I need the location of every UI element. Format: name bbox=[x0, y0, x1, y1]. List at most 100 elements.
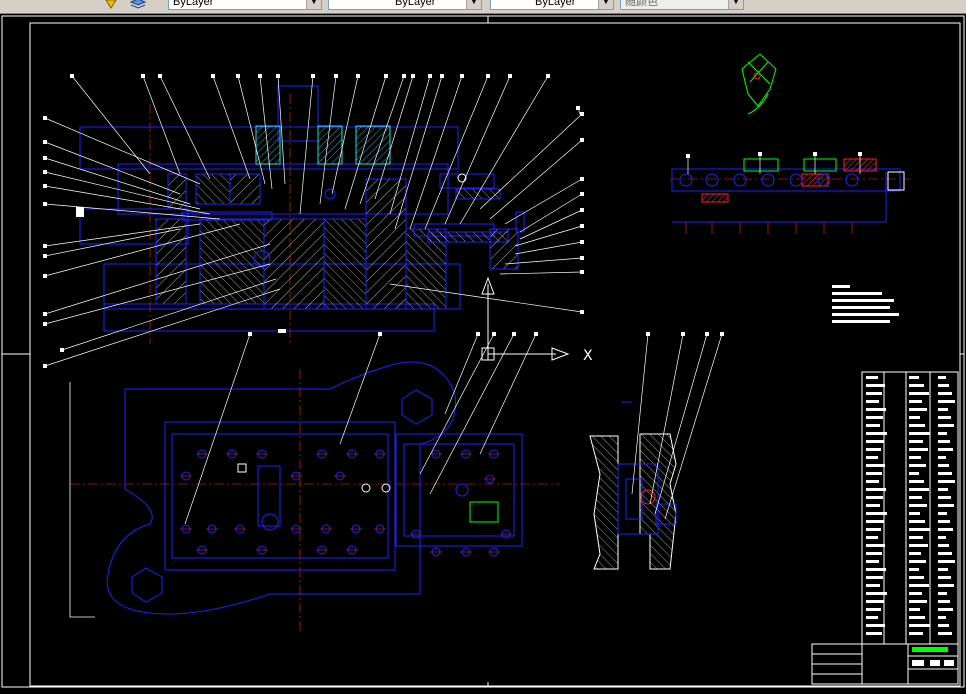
leader-balloon bbox=[378, 332, 382, 336]
plotstyle-combo[interactable]: 随颜色 ▼ bbox=[620, 0, 744, 10]
leader-line bbox=[71, 75, 151, 175]
chevron-down-icon[interactable]: ▼ bbox=[728, 0, 743, 9]
chevron-down-icon[interactable]: ▼ bbox=[598, 0, 613, 9]
leader-balloon bbox=[440, 74, 444, 78]
parts-row-no bbox=[866, 488, 886, 491]
parts-row-no bbox=[866, 448, 881, 451]
leader-balloon bbox=[258, 74, 262, 78]
parts-row-no bbox=[866, 552, 882, 555]
parts-row-no bbox=[866, 512, 887, 515]
parts-row-qty bbox=[938, 616, 946, 619]
leader-balloon bbox=[580, 310, 584, 314]
parts-list-table bbox=[861, 371, 959, 645]
parts-row-no bbox=[866, 568, 886, 571]
parts-row-name bbox=[909, 504, 927, 507]
leader-balloon bbox=[580, 224, 584, 228]
plan-view bbox=[69, 361, 560, 634]
chevron-down-icon[interactable]: ▼ bbox=[306, 0, 321, 9]
parts-row-name bbox=[909, 608, 920, 611]
leader-line bbox=[424, 75, 489, 230]
leader-balloon bbox=[43, 202, 47, 206]
leader-balloon bbox=[686, 154, 690, 158]
leader-line bbox=[479, 113, 583, 210]
parts-row-no bbox=[866, 632, 882, 635]
leader-line bbox=[459, 75, 549, 225]
parts-row-qty bbox=[938, 536, 946, 539]
parts-row-no bbox=[866, 392, 882, 395]
parts-row-name bbox=[909, 408, 927, 411]
leader-balloon bbox=[646, 332, 650, 336]
leader-line bbox=[299, 75, 314, 215]
parts-row-name bbox=[909, 432, 930, 435]
leader-balloon bbox=[356, 74, 360, 78]
leader-balloon bbox=[158, 74, 162, 78]
parts-row-qty bbox=[938, 600, 950, 603]
parts-row-no bbox=[866, 456, 878, 459]
leader-balloon bbox=[460, 74, 464, 78]
leader-balloon bbox=[43, 170, 47, 174]
title-block bbox=[811, 643, 959, 685]
drawing-canvas[interactable]: X bbox=[0, 14, 966, 689]
strip-pin bbox=[733, 173, 747, 187]
linkage-strip-pins bbox=[679, 173, 859, 234]
leader-line bbox=[394, 75, 443, 230]
parts-row-qty bbox=[938, 592, 947, 595]
leader-balloon bbox=[43, 116, 47, 120]
parts-row-qty bbox=[938, 632, 952, 635]
plotstyle-combo-value: 随颜色 bbox=[625, 0, 658, 8]
leader-line bbox=[664, 333, 723, 520]
lineweight-combo-value: ByLayer bbox=[535, 0, 576, 8]
parts-row-qty bbox=[938, 568, 948, 571]
parts-row-no bbox=[866, 408, 886, 411]
leader-balloon bbox=[546, 74, 550, 78]
layer-state-icon[interactable] bbox=[104, 0, 118, 9]
parts-row-name bbox=[909, 520, 925, 523]
leader-balloon bbox=[311, 74, 315, 78]
parts-row-no bbox=[866, 608, 881, 611]
leader-line bbox=[514, 241, 583, 255]
lineweight-combo[interactable]: ByLayer ▼ bbox=[490, 0, 614, 10]
cad-drawing[interactable]: X bbox=[0, 14, 966, 689]
chevron-down-icon[interactable]: ▼ bbox=[466, 0, 481, 9]
parts-row-no bbox=[866, 480, 879, 483]
parts-row-qty bbox=[938, 608, 953, 611]
leader-balloon bbox=[534, 332, 538, 336]
parts-row-no bbox=[866, 376, 878, 379]
parts-row-name bbox=[909, 552, 921, 555]
parts-row-name bbox=[909, 464, 926, 467]
parts-row-name bbox=[909, 576, 924, 579]
parts-row-qty bbox=[938, 512, 947, 515]
leader-balloon bbox=[141, 74, 145, 78]
parts-row-qty bbox=[938, 560, 955, 563]
leader-balloon bbox=[720, 332, 724, 336]
leader-line bbox=[489, 139, 583, 220]
leader-line bbox=[409, 75, 463, 230]
parts-row-qty bbox=[938, 464, 949, 467]
leader-line bbox=[419, 333, 495, 475]
linetype-combo[interactable]: ByLayer ▼ bbox=[328, 0, 482, 10]
layer-stack-icon[interactable] bbox=[129, 0, 147, 9]
leader-balloon bbox=[428, 74, 432, 78]
leader-line bbox=[429, 333, 515, 495]
parts-row-name bbox=[909, 376, 919, 379]
parts-row-qty bbox=[938, 416, 951, 419]
parts-row-qty bbox=[938, 472, 952, 475]
parts-row-qty bbox=[938, 392, 952, 395]
strip-pin bbox=[789, 173, 803, 187]
leader-balloon bbox=[580, 208, 584, 212]
parts-row-qty bbox=[938, 528, 953, 531]
parts-row-qty bbox=[938, 408, 948, 411]
leader-balloon bbox=[384, 74, 388, 78]
leader-balloon bbox=[858, 152, 862, 156]
leader-line bbox=[519, 193, 583, 233]
strip-pin bbox=[761, 173, 775, 187]
leader-line bbox=[519, 209, 583, 240]
color-combo-value: ByLayer bbox=[173, 0, 214, 8]
color-combo[interactable]: ByLayer ▼ bbox=[168, 0, 322, 10]
leader-balloon bbox=[60, 348, 64, 352]
leader-balloon bbox=[334, 74, 338, 78]
parts-row-qty bbox=[938, 520, 950, 523]
leader-balloon bbox=[576, 106, 580, 110]
leader-line bbox=[389, 75, 431, 215]
technical-notes-block bbox=[832, 285, 899, 323]
